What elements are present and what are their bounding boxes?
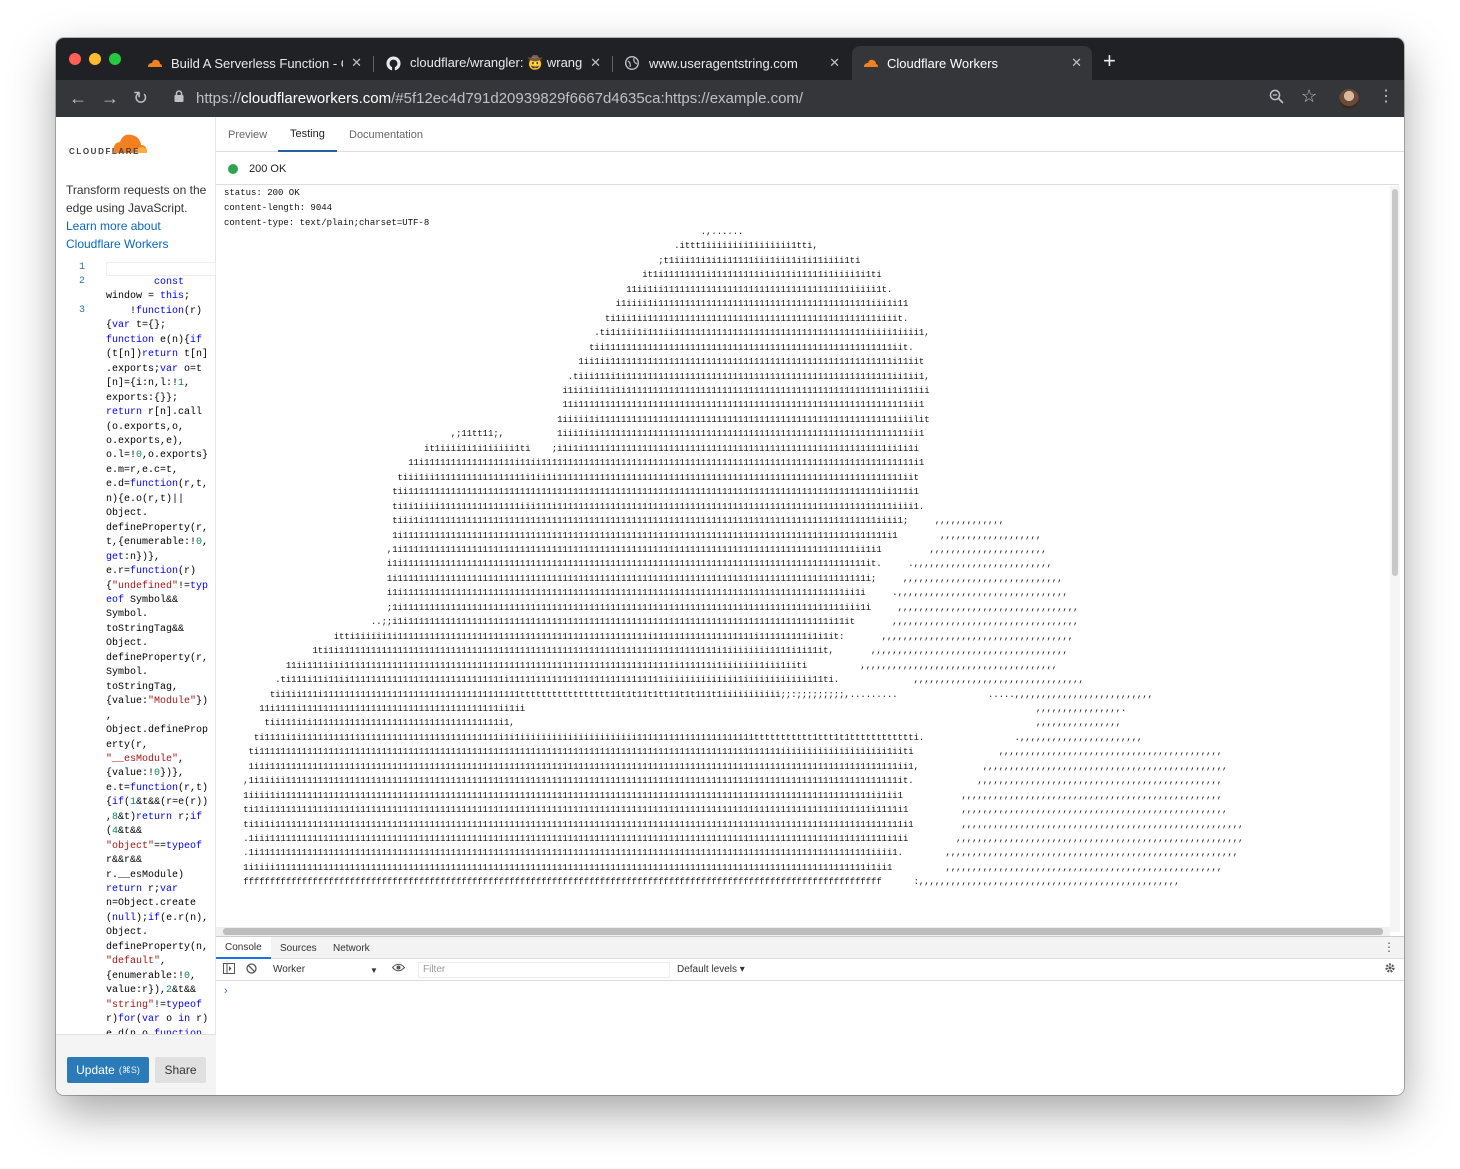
zoom-icon[interactable] [1269, 89, 1284, 109]
devtools-tab-sources[interactable]: Sources [271, 937, 326, 959]
devtools-menu-icon[interactable]: ⋮ [1383, 940, 1395, 954]
status-text: 200 OK [249, 162, 287, 175]
forward-arrow-icon[interactable]: → [101, 88, 119, 108]
tab-title: www.useragentstring.com [649, 55, 798, 71]
tab-title: cloudflare/wrangler: 🤠 wrangl [410, 55, 583, 70]
live-expression-eye-icon[interactable] [391, 963, 406, 977]
horizontal-scrollbar-thumb[interactable] [223, 928, 1383, 935]
browser-toolbar: ← → ↻ https://cloudflareworkers.com/#5f1… [56, 80, 1404, 117]
lock-icon [174, 89, 184, 107]
tab-testing[interactable]: Testing [278, 117, 337, 152]
response-status-bar: 200 OK [216, 153, 1399, 185]
cloudflare-icon [146, 55, 162, 71]
url-host: cloudflareworkers.com [241, 89, 392, 107]
menu-kebab-icon[interactable]: ⋮ [1378, 88, 1394, 106]
close-tab-icon[interactable]: ✕ [1071, 55, 1082, 71]
tab-documentation[interactable]: Documentation [337, 117, 435, 152]
url-scheme: https:// [196, 89, 242, 107]
sidebar-footer: Update (⌘S) Share [56, 1034, 216, 1095]
devtools-tabs: Console Sources Network ⋮ [216, 937, 1404, 959]
main-panel: Preview Testing Documentation 200 OK sta… [216, 117, 1404, 1095]
browser-tab-1[interactable]: Build A Serverless Function - C ✕ [136, 46, 372, 80]
console-toolbar: Worker ▼ Filter Default levels ▾ [216, 959, 1404, 981]
log-levels-dropdown[interactable]: Default levels ▾ [677, 963, 745, 977]
globe-icon [624, 55, 640, 71]
url-text: https://cloudflareworkers.com/#5f12ec4d7… [196, 90, 803, 107]
back-arrow-icon[interactable]: ← [69, 88, 87, 108]
bookmark-star-icon[interactable]: ☆ [1301, 87, 1317, 105]
address-bar[interactable]: https://cloudflareworkers.com/#5f12ec4d7… [166, 83, 1336, 113]
browser-tab-2[interactable]: cloudflare/wrangler: 🤠 wrangl ✕ [375, 46, 611, 80]
tab-title: Build A Serverless Function - C [171, 55, 344, 71]
devtools-tab-network[interactable]: Network [324, 937, 379, 959]
tab-divider [373, 56, 374, 72]
status-indicator [228, 163, 238, 174]
sidebar: CLOUDFLARE Transform requests on the edg… [56, 117, 216, 1095]
response-output[interactable]: status: 200 OK content-length: 9044 cont… [216, 186, 1400, 936]
response-body-ascii-art: .,...... .ittt1iiiiiiii1iiiiiii1tti, ;t1… [243, 227, 1244, 888]
vertical-scrollbar-thumb[interactable] [1392, 189, 1398, 576]
current-line-highlight [106, 262, 216, 276]
console-prompt[interactable]: › [224, 985, 228, 997]
profile-avatar[interactable] [1339, 89, 1359, 109]
devtools-panel: Console Sources Network ⋮ Worker ▼ Filte… [216, 936, 1404, 1095]
github-icon [385, 55, 401, 71]
close-window-button[interactable] [69, 53, 81, 65]
tab-strip: Build A Serverless Function - C ✕ cloudf… [56, 38, 1404, 80]
maximize-window-button[interactable] [109, 53, 121, 65]
update-label: Update [76, 1063, 115, 1077]
minimize-window-button[interactable] [89, 53, 101, 65]
line-number: 3 [79, 305, 86, 316]
tab-divider [612, 56, 613, 72]
description-text: Transform requests on the edge using Jav… [66, 183, 207, 215]
share-button[interactable]: Share [155, 1057, 206, 1083]
code-editor[interactable]: 1 2 3 const window = this; !function(r) … [56, 262, 216, 1034]
tab-preview[interactable]: Preview [216, 117, 279, 152]
close-tab-icon[interactable]: ✕ [829, 55, 840, 71]
context-dropdown-icon[interactable]: ▼ [370, 964, 378, 978]
browser-tab-4[interactable]: Cloudflare Workers ✕ [852, 46, 1092, 80]
sidebar-description: Transform requests on the edge using Jav… [66, 181, 211, 253]
update-button[interactable]: Update (⌘S) [67, 1057, 149, 1083]
tab-title: Cloudflare Workers [887, 55, 999, 71]
line-number: 1 [79, 262, 86, 273]
browser-tab-3[interactable]: www.useragentstring.com ✕ [614, 46, 850, 80]
code-text: const window = this; !function(r) {var t… [106, 277, 209, 1034]
cloudflare-icon [862, 55, 878, 71]
line-number: 2 [79, 276, 86, 287]
close-tab-icon[interactable]: ✕ [590, 55, 601, 71]
browser-window: Build A Serverless Function - C ✕ cloudf… [56, 38, 1404, 1095]
close-tab-icon[interactable]: ✕ [351, 55, 362, 71]
toggle-sidebar-icon[interactable] [223, 963, 235, 979]
panel-tabs: Preview Testing Documentation [216, 117, 1404, 152]
console-settings-gear-icon[interactable] [1384, 962, 1396, 979]
devtools-tab-console[interactable]: Console [216, 937, 271, 959]
new-tab-icon[interactable]: + [1103, 50, 1116, 72]
reload-icon[interactable]: ↻ [133, 88, 148, 108]
learn-more-link[interactable]: Learn more about Cloudflare Workers [66, 217, 211, 253]
url-path: /#5f12ec4d791d20939829f6667d4635ca:https… [391, 89, 804, 107]
cloudflare-wordmark: CLOUDFLARE [69, 147, 141, 156]
console-filter-input[interactable]: Filter [418, 962, 670, 978]
context-selector[interactable]: Worker [273, 963, 305, 977]
update-shortcut: (⌘S) [118, 1064, 140, 1075]
clear-console-icon[interactable] [246, 963, 257, 979]
